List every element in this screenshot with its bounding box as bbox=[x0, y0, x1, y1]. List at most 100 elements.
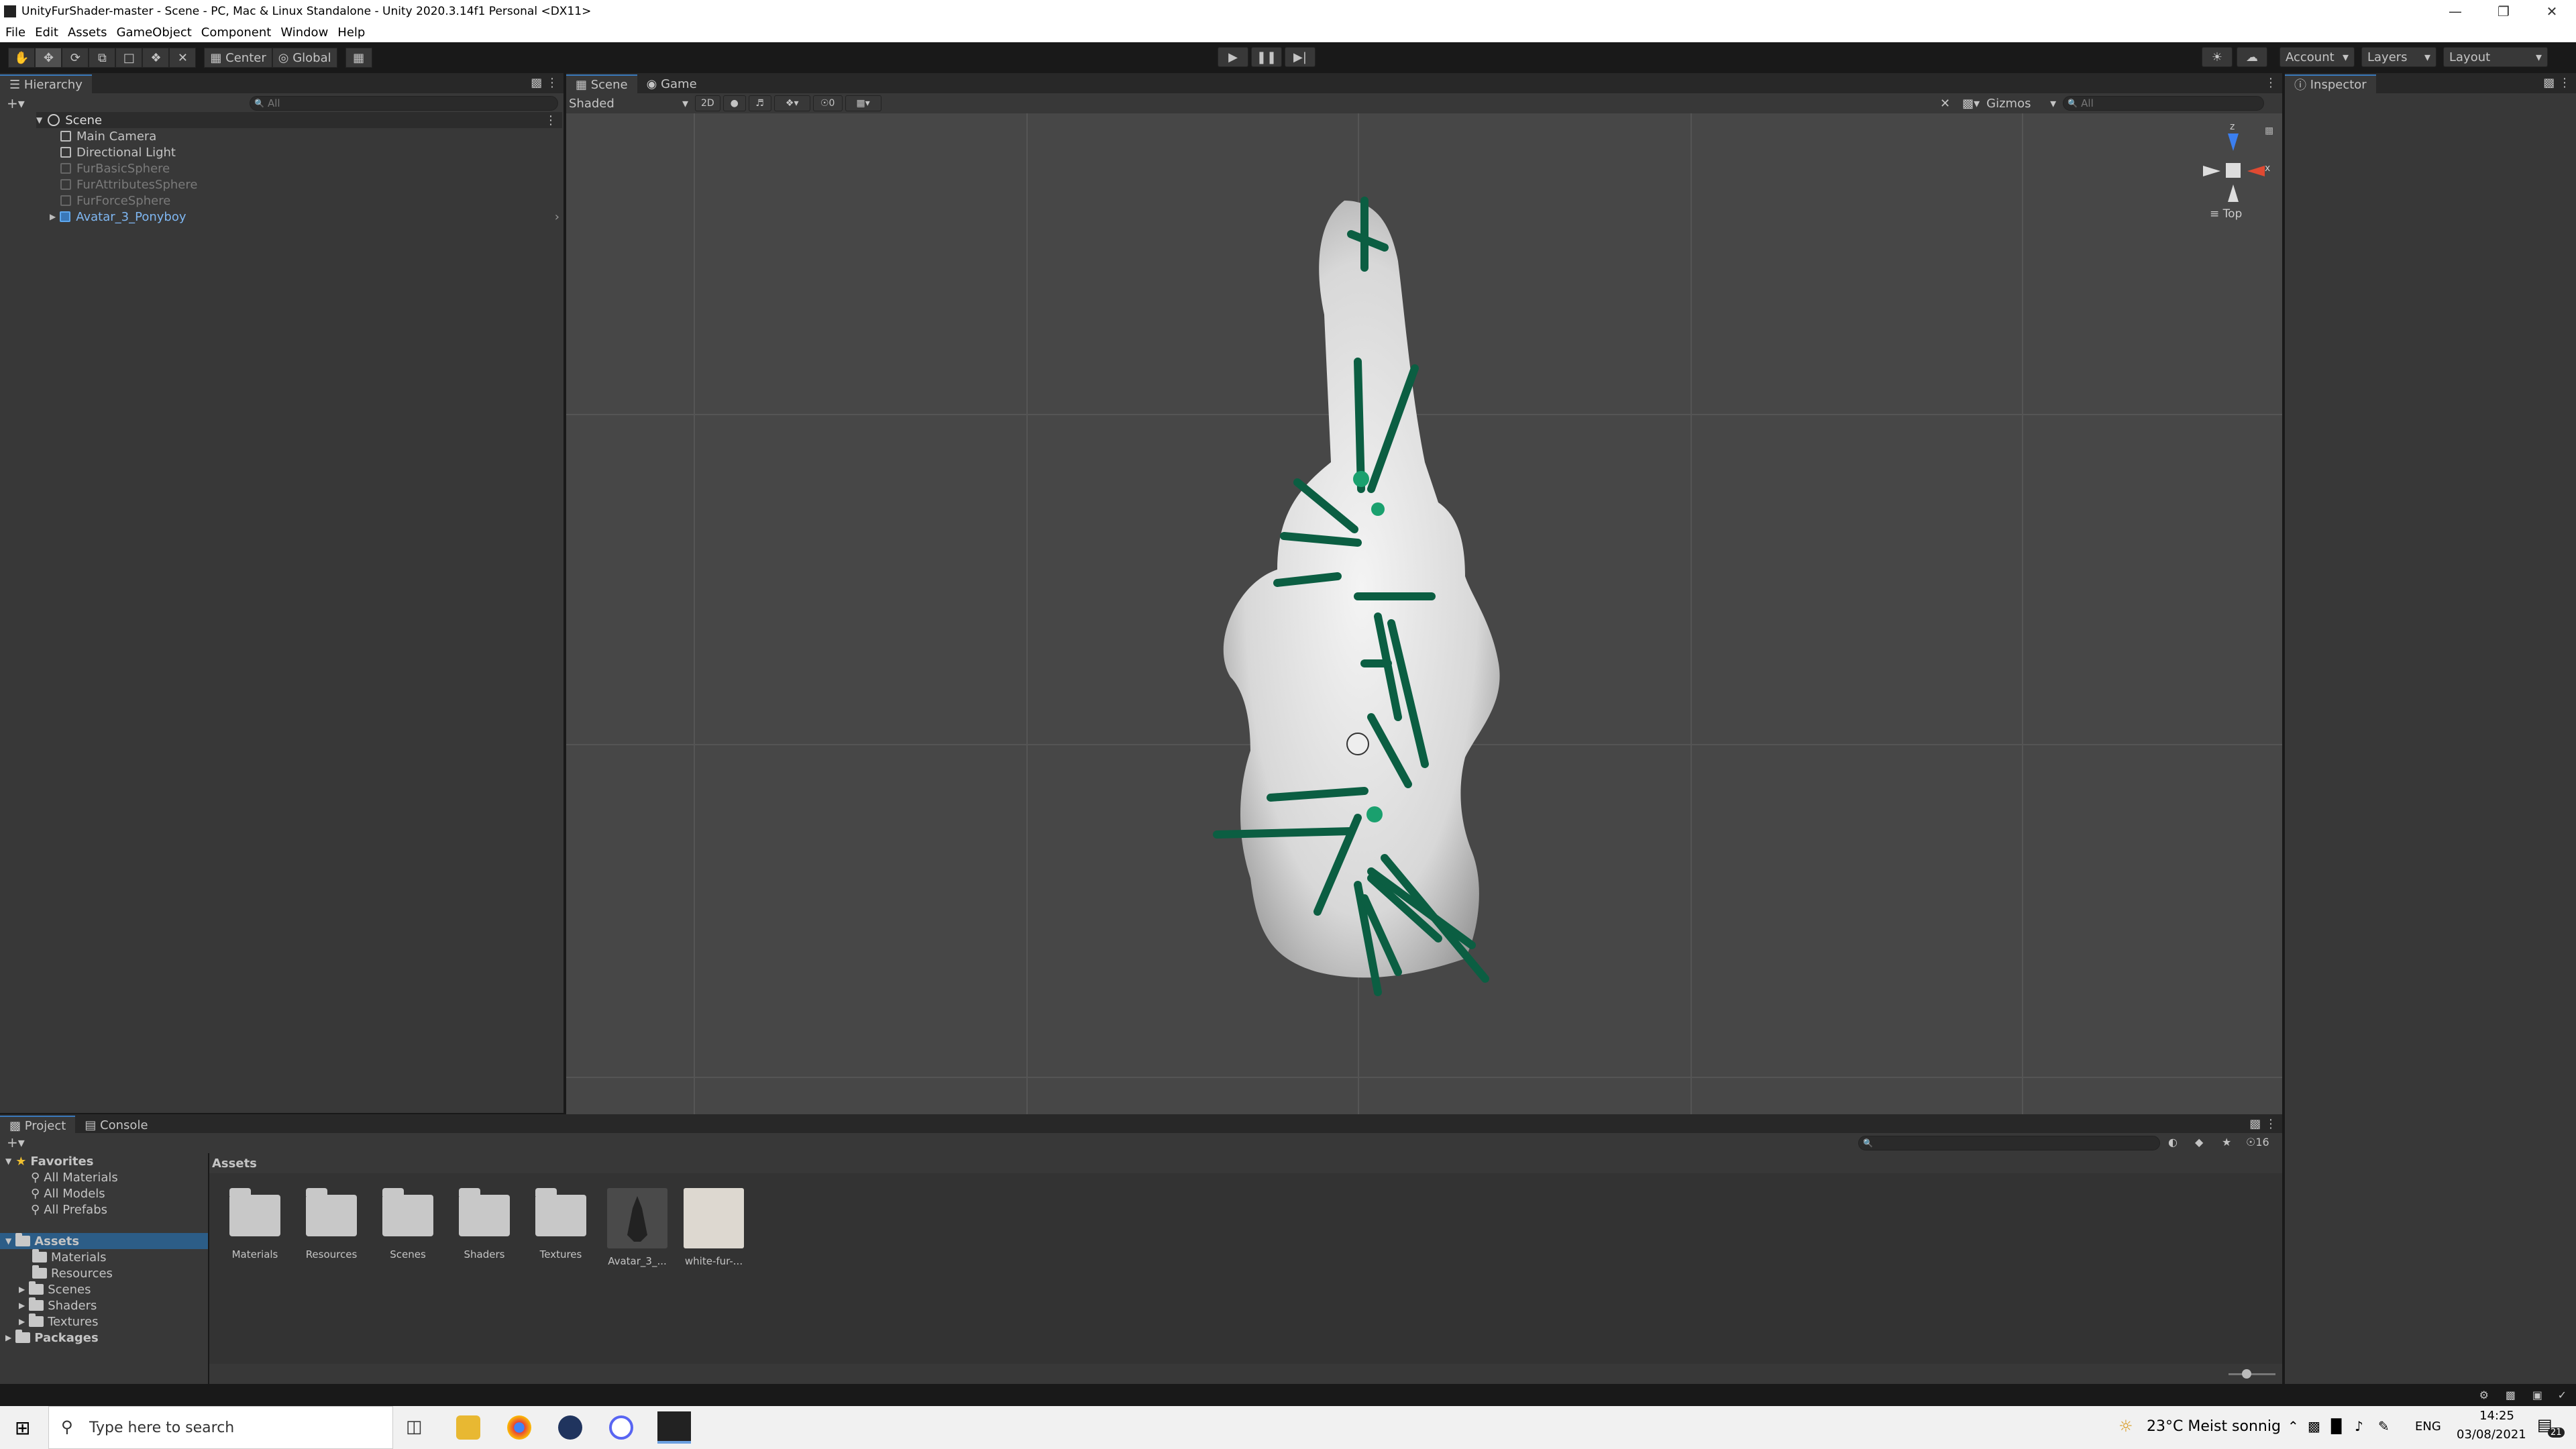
network-icon[interactable]: █ bbox=[2331, 1418, 2341, 1434]
favorite-star-icon[interactable]: ★ bbox=[2222, 1136, 2231, 1148]
asset-folder[interactable]: Shaders bbox=[451, 1188, 518, 1260]
filter-label-icon[interactable]: ◆ bbox=[2195, 1136, 2203, 1148]
more-menu-icon[interactable]: ▩ ⋮ bbox=[531, 76, 558, 90]
scene-search-input[interactable]: All bbox=[2063, 96, 2265, 111]
more-menu-icon[interactable]: ⋮ bbox=[2265, 76, 2277, 90]
collab-icon[interactable]: ☀ bbox=[2202, 47, 2233, 67]
language-indicator[interactable]: ENG bbox=[2415, 1419, 2441, 1434]
step-button[interactable]: ▶| bbox=[1285, 47, 1316, 67]
move-tool-icon[interactable]: ✥ bbox=[35, 48, 62, 68]
pen-icon[interactable]: ✎ bbox=[2378, 1418, 2390, 1434]
app-icon[interactable] bbox=[558, 1415, 582, 1440]
account-dropdown[interactable]: Account ▾ bbox=[2279, 47, 2355, 67]
more-menu-icon[interactable]: ▩ ⋮ bbox=[2543, 76, 2571, 90]
rotate-tool-icon[interactable]: ⟳ bbox=[62, 48, 89, 68]
weather-text[interactable]: 23°C Meist sonnig bbox=[2147, 1418, 2281, 1435]
packages-item[interactable]: ▶ Packages bbox=[5, 1330, 99, 1346]
chat-app-icon[interactable] bbox=[609, 1415, 633, 1440]
menu-help[interactable]: Help bbox=[337, 25, 365, 40]
cloud-icon[interactable]: ☁ bbox=[2237, 47, 2267, 67]
menu-window[interactable]: Window bbox=[280, 25, 328, 40]
layers-dropdown[interactable]: Layers ▾ bbox=[2361, 47, 2436, 67]
hierarchy-item[interactable]: Main Camera bbox=[60, 128, 156, 144]
menu-file[interactable]: File bbox=[5, 25, 25, 40]
tab-game[interactable]: ◉ Game bbox=[637, 74, 706, 93]
zoom-slider[interactable] bbox=[2229, 1373, 2275, 1375]
pivot-handle[interactable] bbox=[1346, 733, 1369, 755]
asset-folder-item[interactable]: ▶ Scenes bbox=[19, 1281, 91, 1297]
filter-type-icon[interactable]: ◐ bbox=[2168, 1136, 2178, 1148]
orientation-gizmo[interactable]: z x ▩ ≡ Top bbox=[2203, 121, 2273, 221]
unity-taskbar-icon[interactable] bbox=[657, 1411, 691, 1444]
tab-scene[interactable]: ▦ Scene bbox=[566, 74, 637, 93]
debug-icon[interactable]: ▣ bbox=[2532, 1389, 2542, 1401]
more-menu-icon[interactable]: ▩ ⋮ bbox=[2249, 1117, 2277, 1131]
favorite-item[interactable]: ⚲ All Prefabs bbox=[31, 1201, 107, 1218]
menu-edit[interactable]: Edit bbox=[35, 25, 58, 40]
chrome-icon[interactable] bbox=[507, 1415, 531, 1440]
layout-dropdown[interactable]: Layout ▾ bbox=[2443, 47, 2548, 67]
audio-icon[interactable]: ♬ bbox=[748, 95, 771, 111]
collab-status-icon[interactable]: ⚙ bbox=[2479, 1389, 2489, 1401]
clock-date[interactable]: 03/08/2021 bbox=[2457, 1428, 2526, 1442]
asset-folder-item[interactable]: ▶ Textures bbox=[19, 1313, 99, 1330]
gizmos-dropdown[interactable]: Gizmos ▾ bbox=[1986, 97, 2056, 111]
menu-gameobject[interactable]: GameObject bbox=[117, 25, 192, 40]
asset-folder[interactable]: Scenes bbox=[374, 1188, 441, 1260]
shading-dropdown[interactable]: Shaded ▾ bbox=[569, 97, 688, 111]
restore-icon[interactable]: ❐ bbox=[2479, 0, 2528, 22]
tab-console[interactable]: ▤ Console bbox=[75, 1116, 158, 1134]
chevron-right-icon[interactable]: › bbox=[555, 210, 559, 224]
favorite-item[interactable]: ⚲ All Materials bbox=[31, 1169, 118, 1185]
minimize-icon[interactable]: — bbox=[2431, 0, 2479, 22]
favorite-item[interactable]: ⚲ All Models bbox=[31, 1185, 105, 1201]
task-view-icon[interactable]: ◫ bbox=[406, 1417, 423, 1437]
volume-icon[interactable]: ♪ bbox=[2355, 1418, 2363, 1434]
hierarchy-item[interactable]: ▶ Avatar_3_Ponyboy › bbox=[50, 209, 564, 225]
asset-folder[interactable]: Resources bbox=[298, 1188, 365, 1260]
taskbar-search[interactable]: ⚲ Type here to search bbox=[48, 1406, 393, 1449]
asset-model[interactable]: Avatar_3_... bbox=[604, 1188, 671, 1267]
check-icon[interactable]: ✓ bbox=[2558, 1389, 2567, 1401]
menu-assets[interactable]: Assets bbox=[68, 25, 107, 40]
add-icon[interactable]: +▾ bbox=[7, 1134, 25, 1150]
asset-folder-item[interactable]: ▶ Shaders bbox=[19, 1297, 97, 1313]
hierarchy-item[interactable]: FurForceSphere bbox=[60, 193, 170, 209]
clock-time[interactable]: 14:25 bbox=[2469, 1409, 2525, 1423]
avatar-model[interactable] bbox=[566, 113, 2282, 1114]
custom-tool-icon[interactable]: ✕ bbox=[169, 48, 197, 68]
assets-root[interactable]: ▼ Assets bbox=[0, 1233, 208, 1249]
lock-icon[interactable]: ▩ bbox=[2265, 125, 2273, 136]
asset-folder[interactable]: Materials bbox=[221, 1188, 288, 1260]
orientation-label[interactable]: ≡ Top bbox=[2210, 207, 2242, 221]
asset-folder-item[interactable]: Materials bbox=[32, 1249, 107, 1265]
tray-icon[interactable]: ▩ bbox=[2308, 1418, 2320, 1434]
hand-tool-icon[interactable]: ✋ bbox=[8, 48, 36, 68]
pivot-center-button[interactable]: ▦ Center bbox=[204, 48, 272, 68]
close-icon[interactable]: ✕ bbox=[2528, 0, 2576, 22]
scene-viewport[interactable]: z x ▩ ≡ Top bbox=[566, 113, 2282, 1114]
hierarchy-search-input[interactable]: All bbox=[250, 96, 558, 111]
zoom-slider-thumb[interactable] bbox=[2242, 1369, 2251, 1379]
tab-hierarchy[interactable]: ☰ Hierarchy bbox=[0, 74, 92, 93]
scene-menu-icon[interactable]: ⋮ bbox=[545, 113, 557, 127]
asset-folder-item[interactable]: Resources bbox=[32, 1265, 113, 1281]
tools-icon[interactable]: ✕ bbox=[1940, 97, 1950, 111]
pivot-global-button[interactable]: ◎ Global bbox=[272, 48, 337, 68]
menu-component[interactable]: Component bbox=[201, 25, 272, 40]
tab-inspector[interactable]: ⓘ Inspector bbox=[2285, 74, 2376, 93]
breadcrumb-label[interactable]: Assets bbox=[212, 1157, 257, 1171]
hierarchy-item[interactable]: Directional Light bbox=[60, 144, 176, 160]
transform-tool-icon[interactable]: ❖ bbox=[142, 48, 170, 68]
grid-snap-icon[interactable]: ▦ bbox=[345, 48, 372, 68]
cache-icon[interactable]: ▩ bbox=[2506, 1389, 2516, 1401]
effects-icon[interactable]: ❖▾ bbox=[773, 95, 810, 111]
rect-tool-icon[interactable]: □ bbox=[115, 48, 143, 68]
camera-icon[interactable]: ▩▾ bbox=[1962, 97, 1980, 111]
favorites-header[interactable]: ▼ ★ Favorites bbox=[5, 1153, 93, 1169]
lighting-icon[interactable]: ● bbox=[722, 95, 746, 111]
asset-texture[interactable]: white-fur-... bbox=[680, 1188, 747, 1267]
hidden-objects-toggle[interactable]: ☉ 0 bbox=[812, 95, 843, 111]
add-icon[interactable]: +▾ bbox=[7, 95, 25, 111]
tab-project[interactable]: ▩ Project bbox=[0, 1116, 76, 1134]
